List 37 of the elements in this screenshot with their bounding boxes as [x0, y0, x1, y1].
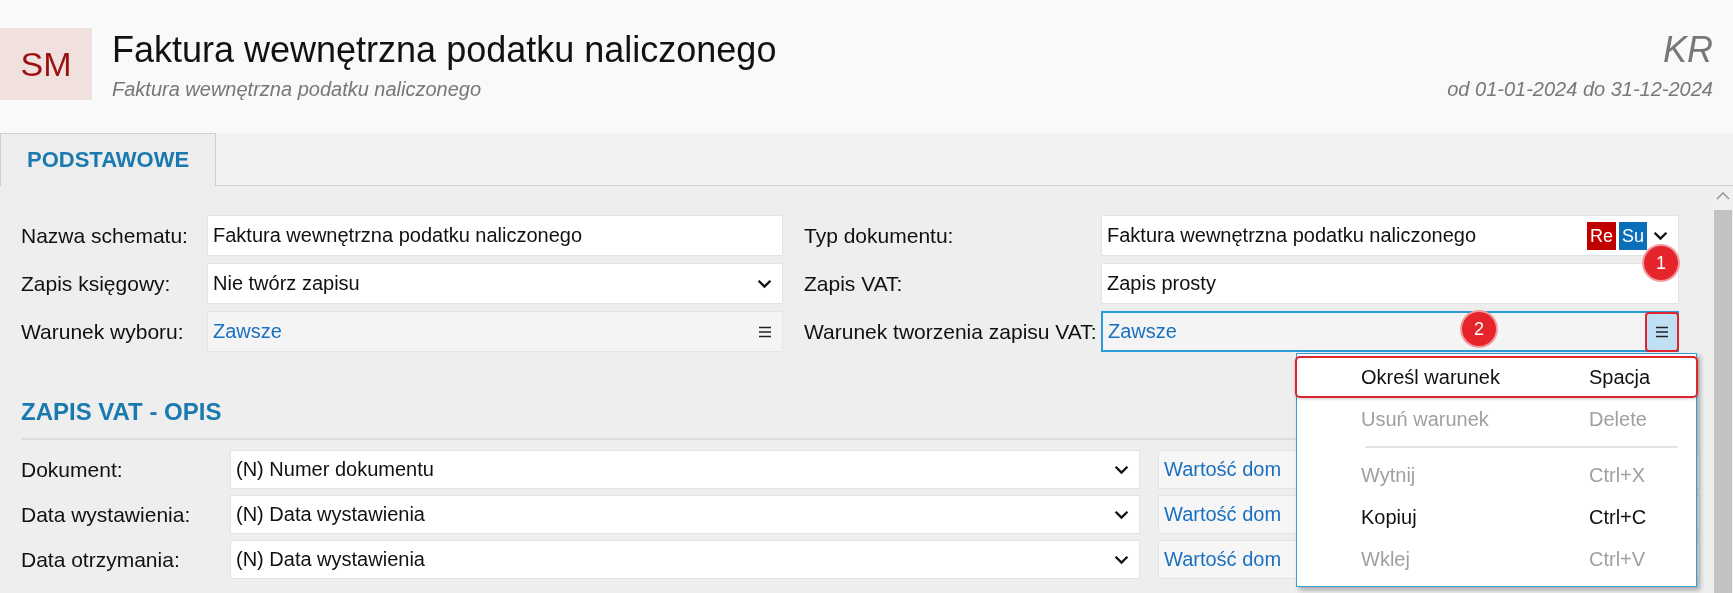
field-label: Dokument:: [21, 457, 124, 482]
tab[interactable]: PODSTAWOWE: [0, 133, 217, 186]
page-title: Faktura wewnętrzna podatku naliczonego: [112, 28, 778, 72]
callout-badge: 2: [1462, 312, 1496, 346]
menu-icon[interactable]: [1655, 325, 1669, 338]
period-text: od 01-01-2024 do 31-12-2024: [1447, 78, 1713, 101]
field-label: Warunek wyboru:: [21, 319, 185, 344]
tag-badge: Re: [1586, 221, 1616, 250]
field-label: Nazwa schematu:: [21, 223, 189, 248]
field-label: Data wystawienia:: [21, 502, 192, 527]
logo-badge: SM: [0, 28, 92, 100]
menu-button[interactable]: [1645, 311, 1679, 352]
menu-item[interactable]: Kopiuj Ctrl+C: [1297, 496, 1696, 538]
field-label: Zapis księgowy:: [21, 271, 172, 296]
page-subtitle: Faktura wewnętrzna podatku naliczonego: [112, 78, 483, 101]
menu-icon[interactable]: [758, 325, 772, 338]
text-field[interactable]: Faktura wewnętrzna podatku naliczonego: [207, 215, 783, 256]
caret-icon[interactable]: [1114, 509, 1129, 520]
callout-badge: 1: [1644, 246, 1678, 280]
caret-icon[interactable]: [757, 278, 772, 289]
tag-badge: Su: [1618, 221, 1647, 250]
dropdown-field[interactable]: Faktura wewnętrzna podatku naliczonego Re Su: [1101, 215, 1679, 256]
field-label: Data otrzymania:: [21, 547, 181, 572]
dropdown-field[interactable]: Nie twórz zapisu: [207, 263, 783, 304]
field-label: Warunek tworzenia zapisu VAT:: [804, 319, 1098, 344]
company-code: KR: [1662, 28, 1713, 72]
caret-icon[interactable]: [1653, 230, 1668, 241]
menu-item[interactable]: Określ warunek Spacja: [1295, 356, 1698, 398]
condition-field[interactable]: Zawsze: [207, 311, 783, 352]
caret-icon[interactable]: [1114, 554, 1129, 565]
caret-icon[interactable]: [1114, 464, 1129, 475]
dropdown-field[interactable]: (N) Data wystawienia: [230, 540, 1140, 579]
field-label: Zapis VAT:: [804, 271, 904, 296]
field-label: Typ dokumentu:: [804, 223, 955, 248]
section-heading: ZAPIS VAT - OPIS: [21, 398, 222, 426]
dropdown-field[interactable]: (N) Data wystawienia: [230, 495, 1140, 534]
dropdown-field[interactable]: (N) Numer dokumentu: [230, 450, 1140, 489]
